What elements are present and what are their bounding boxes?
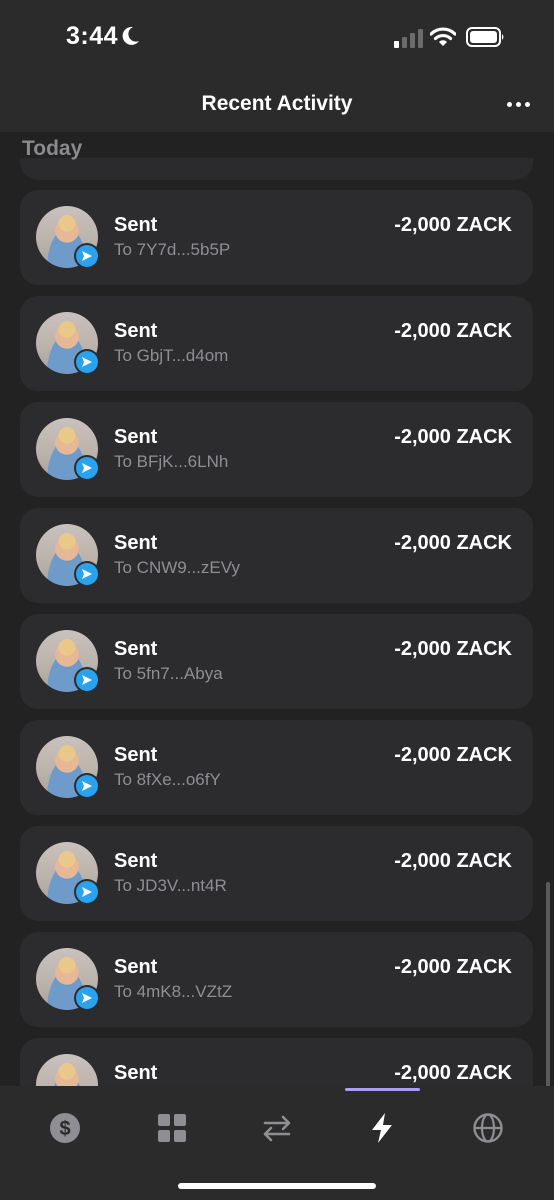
send-badge [74, 455, 100, 481]
transaction-recipient: To CNW9...zEVy [114, 558, 240, 577]
send-arrow-icon [82, 993, 92, 1003]
send-arrow-icon [82, 463, 92, 473]
send-badge [74, 561, 100, 587]
more-dot-icon [515, 101, 521, 107]
more-dot-icon [524, 101, 530, 107]
tab-collectibles[interactable] [152, 1108, 192, 1148]
dollar-icon: $ [50, 1113, 80, 1143]
transaction-recipient: To 5fn7...Abya [114, 664, 223, 683]
header: Recent Activity [0, 72, 554, 132]
send-badge [74, 879, 100, 905]
transaction-row[interactable]: Sent To 8fXe...o6fY -2,000 ZACK [20, 720, 533, 815]
transaction-amount: -2,000 ZACK [394, 1062, 512, 1084]
send-badge [74, 773, 100, 799]
page-title: Recent Activity [201, 92, 353, 115]
transaction-title: Sent [114, 320, 158, 342]
transaction-title: Sent [114, 214, 158, 236]
home-indicator[interactable] [178, 1183, 376, 1189]
avatar [36, 1054, 98, 1086]
active-tab-indicator [345, 1088, 420, 1091]
status-time: 3:44 [66, 22, 119, 50]
transaction-row[interactable]: Sent To 7Y7d...5b5P -2,000 ZACK [20, 190, 533, 285]
scrollbar[interactable] [546, 882, 550, 1086]
tab-swap[interactable] [257, 1108, 297, 1148]
globe-icon [473, 1113, 503, 1143]
transaction-amount: -2,000 ZACK [394, 426, 512, 448]
transaction-recipient: To 7Y7d...5b5P [114, 240, 231, 259]
transaction-row[interactable]: Sent To 4mK8...VZtZ -2,000 ZACK [20, 932, 533, 1027]
transaction-amount: -2,000 ZACK [394, 956, 512, 978]
transaction-row[interactable]: Sent To 5fn7...Abya -2,000 ZACK [20, 614, 533, 709]
send-arrow-icon [82, 675, 92, 685]
send-arrow-icon [82, 569, 92, 579]
transaction-recipient: To 4mK8...VZtZ [114, 982, 233, 1001]
grid-icon [158, 1114, 186, 1142]
transaction-title: Sent [114, 1062, 158, 1084]
transaction-row[interactable]: Sent -2,000 ZACK [20, 1038, 533, 1086]
send-badge [74, 667, 100, 693]
lightning-icon [372, 1113, 392, 1143]
battery-icon [466, 27, 504, 47]
transaction-title: Sent [114, 850, 158, 872]
send-badge [74, 349, 100, 375]
tab-activity[interactable] [362, 1108, 402, 1148]
more-dot-icon [506, 101, 512, 107]
transactions-list: Sent To 7Y7d...5b5P -2,000 ZACK Sent To GbjT… [20, 190, 533, 1086]
screen: 3:44 Recent Activity Today Sent To 7Y7d.… [0, 0, 554, 1200]
wifi-icon [430, 27, 456, 46]
send-arrow-icon [82, 781, 92, 791]
send-arrow-icon [82, 887, 92, 897]
transaction-recipient: To GbjT...d4om [114, 346, 229, 365]
tab-wallet[interactable]: $ [45, 1108, 85, 1148]
transaction-amount: -2,000 ZACK [394, 744, 512, 766]
tab-bar: $ [0, 1086, 554, 1200]
send-badge [74, 985, 100, 1011]
transaction-recipient: To BFjK...6LNh [114, 452, 229, 471]
section-header: Today [22, 137, 83, 160]
transaction-recipient: To 8fXe...o6fY [114, 770, 221, 789]
transaction-recipient: To JD3V...nt4R [114, 876, 227, 895]
svg-text:$: $ [59, 1118, 70, 1140]
transaction-row[interactable]: Sent To GbjT...d4om -2,000 ZACK [20, 296, 533, 391]
list-item-partial[interactable] [20, 158, 533, 180]
transaction-amount: -2,000 ZACK [394, 850, 512, 872]
transaction-row[interactable]: Sent To CNW9...zEVy -2,000 ZACK [20, 508, 533, 603]
transaction-amount: -2,000 ZACK [394, 532, 512, 554]
tab-explore[interactable] [468, 1108, 508, 1148]
transaction-amount: -2,000 ZACK [394, 638, 512, 660]
send-arrow-icon [82, 357, 92, 367]
transaction-title: Sent [114, 638, 158, 660]
more-options-button[interactable] [504, 94, 532, 114]
transaction-amount: -2,000 ZACK [394, 214, 512, 236]
send-arrow-icon [82, 251, 92, 261]
activity-list[interactable]: Today Sent To 7Y7d...5b5P -2,000 ZACK Sent T… [0, 132, 554, 1086]
transaction-row[interactable]: Sent To BFjK...6LNh -2,000 ZACK [20, 402, 533, 497]
transaction-title: Sent [114, 744, 158, 766]
transaction-title: Sent [114, 532, 158, 554]
status-bar: 3:44 [0, 0, 554, 72]
transaction-amount: -2,000 ZACK [394, 320, 512, 342]
transaction-title: Sent [114, 956, 158, 978]
cellular-signal-icon [394, 29, 423, 48]
swap-icon [263, 1115, 291, 1142]
send-badge [74, 243, 100, 269]
transaction-row[interactable]: Sent To JD3V...nt4R -2,000 ZACK [20, 826, 533, 921]
transaction-title: Sent [114, 426, 158, 448]
moon-icon [122, 26, 139, 45]
